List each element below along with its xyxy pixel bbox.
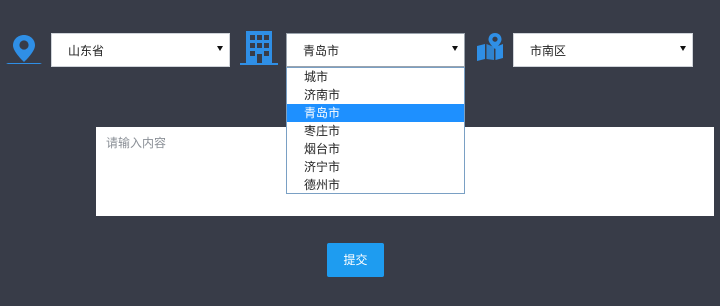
city-option[interactable]: 枣庄市 (287, 122, 464, 140)
city-option[interactable]: 青岛市 (287, 104, 464, 122)
city-select[interactable]: 青岛市 (286, 33, 465, 67)
city-option[interactable]: 德州市 (287, 176, 464, 194)
city-dropdown-list[interactable]: 城市 济南市 青岛市 枣庄市 烟台市 济宁市 德州市 (286, 67, 465, 194)
district-select[interactable]: 市南区 (513, 33, 693, 67)
city-option[interactable]: 济南市 (287, 86, 464, 104)
city-option[interactable]: 城市 (287, 68, 464, 86)
province-select-value: 山东省 (68, 44, 105, 58)
district-select-value: 市南区 (530, 44, 567, 58)
building-icon (240, 31, 278, 65)
submit-button[interactable]: 提交 (327, 243, 384, 277)
chevron-down-icon (452, 46, 458, 51)
content-placeholder: 请输入内容 (106, 136, 167, 150)
city-option[interactable]: 济宁市 (287, 158, 464, 176)
chevron-down-icon (680, 46, 686, 51)
map-marker-icon (477, 33, 503, 61)
province-select[interactable]: 山东省 (51, 33, 230, 67)
chevron-down-icon (217, 46, 223, 51)
city-option[interactable]: 烟台市 (287, 140, 464, 158)
city-select-value: 青岛市 (303, 44, 340, 58)
map-pin-icon (6, 35, 42, 64)
